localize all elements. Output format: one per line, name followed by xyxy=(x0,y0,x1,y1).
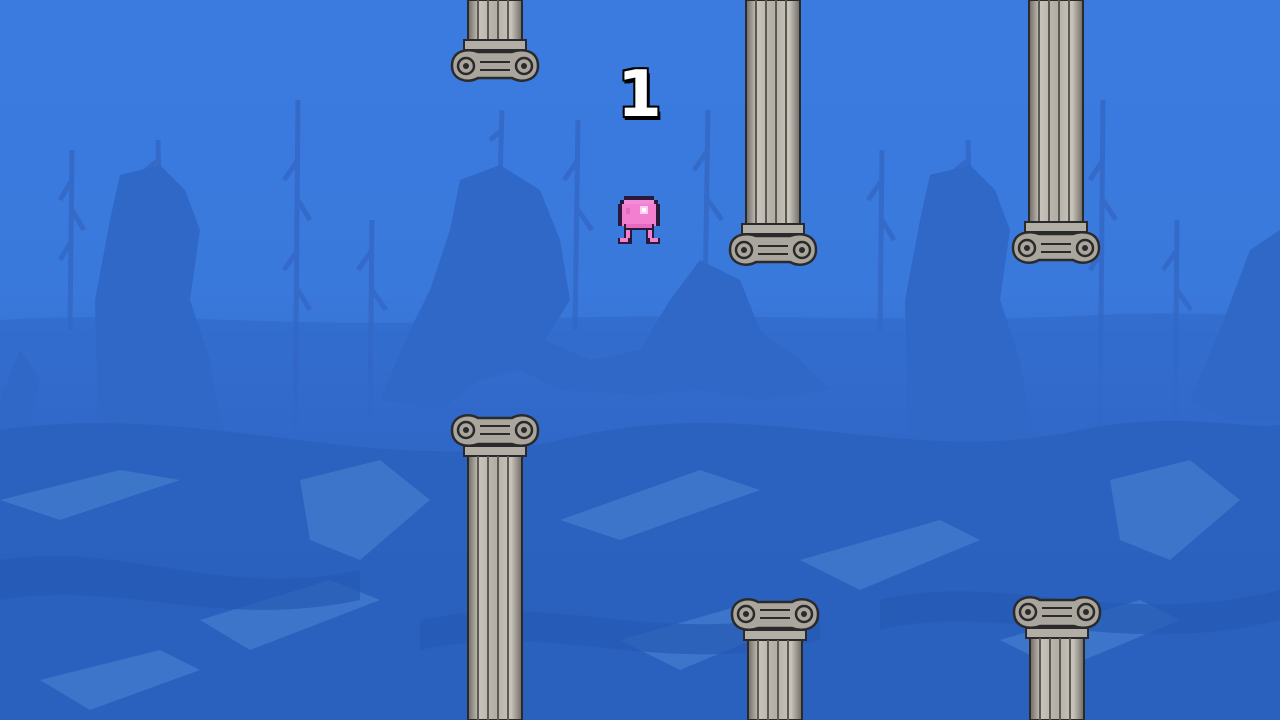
column-top-3 xyxy=(1011,0,1101,264)
column-bottom-1 xyxy=(450,414,540,720)
score-counter: 1 xyxy=(617,58,663,132)
column-top-1 xyxy=(450,0,540,82)
game-canvas[interactable]: 1 xyxy=(0,0,1280,720)
column-bottom-3 xyxy=(1012,596,1102,720)
column-top-2 xyxy=(728,0,818,266)
column-bottom-2 xyxy=(730,598,820,720)
octopus-player xyxy=(618,196,660,244)
